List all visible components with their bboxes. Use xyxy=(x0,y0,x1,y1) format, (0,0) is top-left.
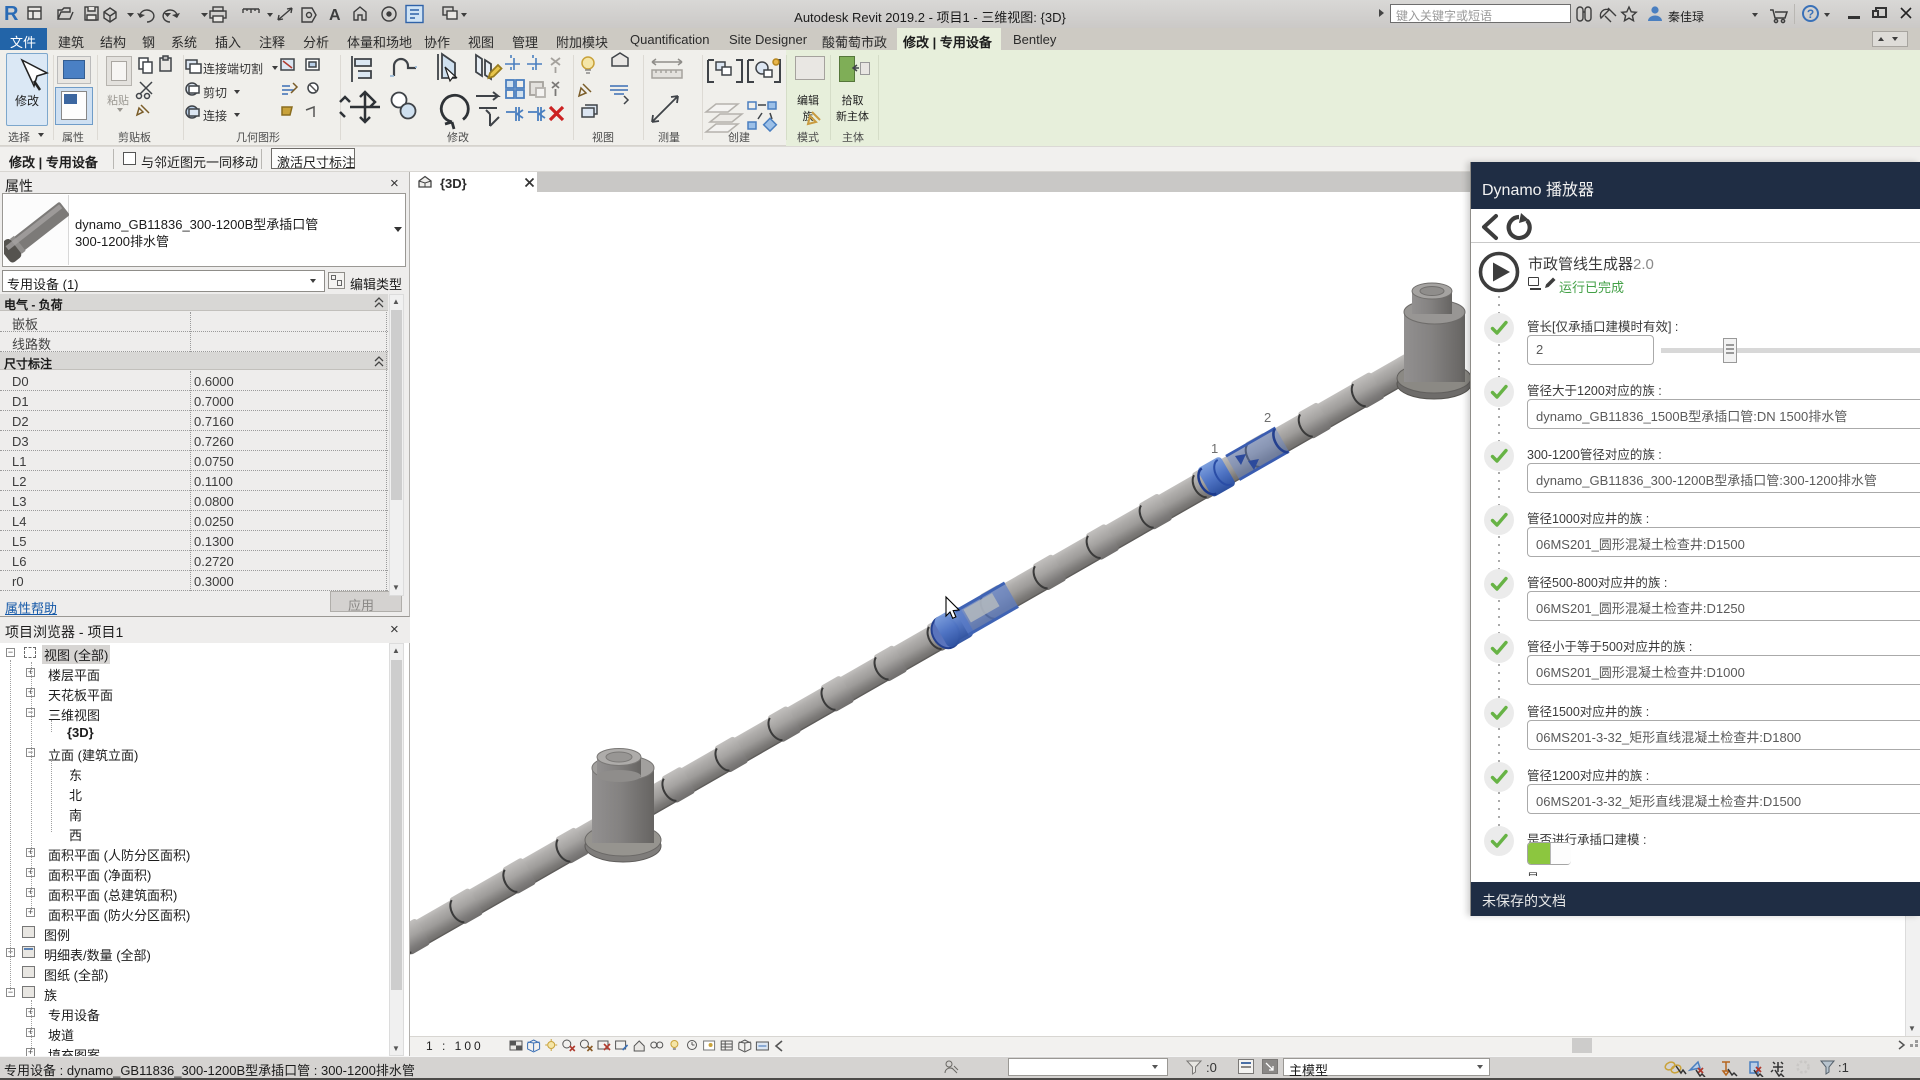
svg-text:1: 1 xyxy=(1211,441,1218,456)
svg-text:2: 2 xyxy=(1264,410,1271,425)
svg-text:A: A xyxy=(329,7,341,24)
